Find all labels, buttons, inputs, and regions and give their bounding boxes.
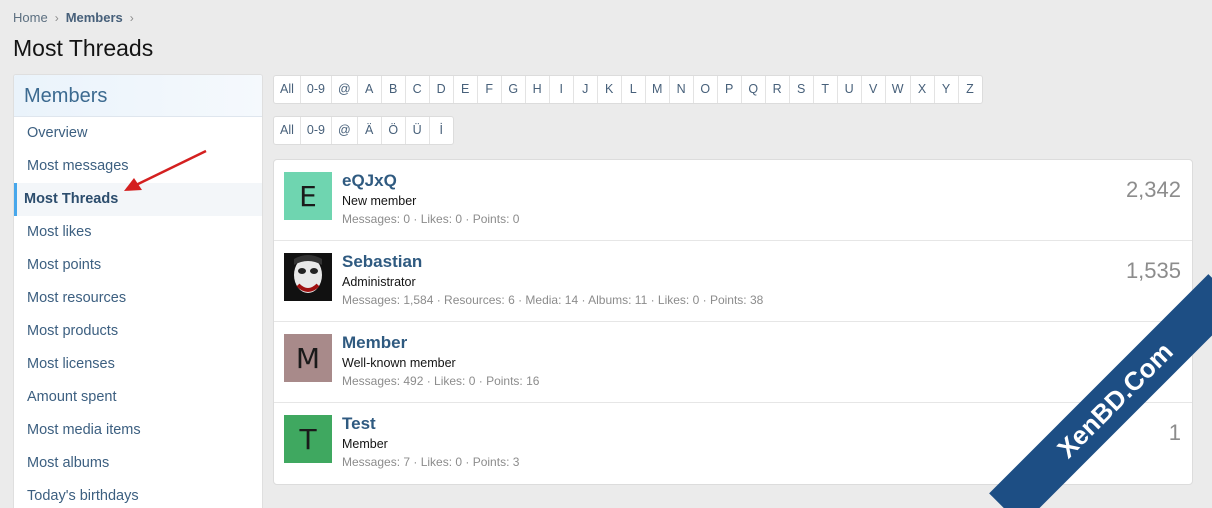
letter-filter-button[interactable]: M (644, 76, 669, 103)
letter-filter-button[interactable]: X (909, 76, 934, 103)
letter-filter-latin: All 0-9 @ A B C D E F G H I J K L M N O P Q R S T U V W X Y Z (273, 75, 983, 104)
member-row: EeQJxQ New member Messages: 0 · Likes: 0 ·… (274, 160, 1192, 241)
member-stats: Messages: 492 · Likes: 0 · Points: 16 (342, 374, 540, 388)
letter-filter-button[interactable]: O (692, 76, 717, 103)
letter-filter-button[interactable]: F (476, 76, 501, 103)
sidebar-item[interactable]: Most albums (14, 447, 262, 480)
page-title: Most Threads (13, 35, 154, 61)
breadcrumb-members[interactable]: Members (66, 10, 123, 25)
letter-filter-special: All 0-9 @ Ä Ö Ü İ (273, 116, 454, 145)
letter-filter-button[interactable]: 0-9 (299, 117, 331, 144)
member-value: 1,535 (1125, 258, 1181, 283)
member-name[interactable]: Sebastian (342, 252, 422, 272)
letter-filter-button[interactable]: I (548, 76, 573, 103)
letter-filter-button[interactable]: 0-9 (299, 76, 331, 103)
letter-filter-button[interactable]: Z (957, 76, 982, 103)
letter-filter-button[interactable]: K (596, 76, 621, 103)
member-row: Sebastian Administrator Messages: 1,584 · … (274, 241, 1192, 322)
letter-filter-button[interactable]: @ (330, 117, 357, 144)
letter-filter-button[interactable]: Q (740, 76, 765, 103)
sidebar-item[interactable]: Most resources (14, 282, 262, 315)
letter-filter-button[interactable]: Ä (356, 117, 381, 144)
letter-filter-button[interactable]: B (380, 76, 405, 103)
member-stats: Messages: 7 · Likes: 0 · Points: 3 (342, 455, 520, 469)
member-row: M Member Well-known member Messages: 492 · … (274, 322, 1192, 403)
letter-filter-button[interactable]: S (788, 76, 813, 103)
sidebar-item[interactable]: Most products (14, 315, 262, 348)
sidebar-item[interactable]: Today's birthdays (14, 480, 262, 508)
letter-filter-button[interactable]: U (836, 76, 861, 103)
letter-filter-button[interactable]: D (428, 76, 453, 103)
avatar[interactable] (284, 253, 332, 301)
letter-filter-button[interactable]: Ü (404, 117, 429, 144)
sidebar-item[interactable]: Amount spent (14, 381, 262, 414)
chevron-right-icon: › (54, 10, 59, 25)
letter-filter-button[interactable]: E (452, 76, 477, 103)
member-stats: Messages: 1,584 · Resources: 6 · Media: … (342, 293, 764, 307)
member-value: 2,342 (1125, 177, 1181, 202)
avatar[interactable]: T (284, 415, 332, 463)
sidebar-item[interactable]: Most media items (14, 414, 262, 447)
members-sidebar: Members Overview Most messages Most Thread… (13, 74, 263, 508)
letter-filter-button[interactable]: N (668, 76, 693, 103)
letter-filter-button[interactable]: All (274, 117, 300, 144)
letter-filter-button[interactable]: J (572, 76, 597, 103)
avatar[interactable]: E (284, 172, 332, 220)
letter-filter-button[interactable]: T (812, 76, 837, 103)
red-arrow-annotation (124, 149, 207, 191)
letter-filter-button[interactable]: R (764, 76, 789, 103)
letter-filter-button[interactable]: V (860, 76, 885, 103)
avatar[interactable]: M (284, 334, 332, 382)
letter-filter-button[interactable]: İ (428, 117, 453, 144)
letter-filter-button[interactable]: @ (330, 76, 357, 103)
member-title: Well-known member (342, 356, 456, 370)
letter-filter-button[interactable]: Ö (380, 117, 405, 144)
breadcrumb: Home › Members › (13, 10, 141, 25)
member-stats: Messages: 0 · Likes: 0 · Points: 0 (342, 212, 520, 226)
member-name[interactable]: eQJxQ (342, 171, 397, 191)
sidebar-item[interactable]: Most licenses (14, 348, 262, 381)
member-name[interactable]: Test (342, 414, 376, 434)
sidebar-header: Members (14, 75, 262, 117)
letter-filter-button[interactable]: A (356, 76, 381, 103)
letter-filter-button[interactable]: W (884, 76, 910, 103)
letter-filter-button[interactable]: Y (933, 76, 958, 103)
member-title: Member (342, 437, 388, 451)
chevron-right-icon: › (129, 10, 134, 25)
member-value: 1 (1168, 420, 1181, 445)
letter-filter-button[interactable]: H (524, 76, 549, 103)
member-name[interactable]: Member (342, 333, 407, 353)
sidebar-item[interactable]: Most likes (14, 216, 262, 249)
member-title: New member (342, 194, 417, 208)
letter-filter-button[interactable]: L (620, 76, 645, 103)
letter-filter-button[interactable]: All (274, 76, 300, 103)
sidebar-item[interactable]: Most points (14, 249, 262, 282)
member-title: Administrator (342, 275, 416, 289)
letter-filter-button[interactable]: P (716, 76, 741, 103)
letter-filter-button[interactable]: G (500, 76, 525, 103)
breadcrumb-home[interactable]: Home (13, 10, 48, 25)
letter-filter-button[interactable]: C (404, 76, 429, 103)
